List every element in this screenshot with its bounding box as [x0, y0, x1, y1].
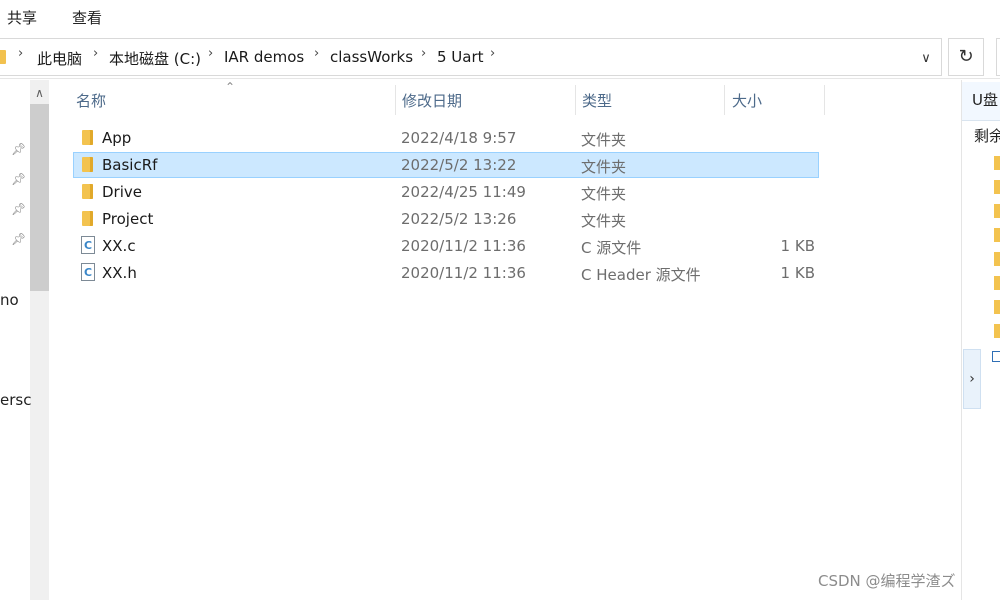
column-divider[interactable]	[824, 85, 825, 115]
file-row[interactable]: App 2022/4/18 9:57 文件夹	[73, 125, 819, 151]
watermark: CSDN @编程学渣ズ	[818, 572, 956, 590]
column-header-date[interactable]: 修改日期	[402, 90, 462, 111]
file-name: Project	[102, 210, 154, 228]
file-size: 1 KB	[780, 237, 815, 255]
address-bar-area: › 此电脑 › 本地磁盘 (C:) › IAR demos › classWor…	[0, 38, 1000, 79]
file-date: 2020/11/2 11:36	[401, 264, 526, 282]
column-header-size[interactable]: 大小	[732, 90, 762, 111]
navigation-pane: ∧ 📌︎ 📌︎ 📌︎ 📌︎ no ersc	[0, 80, 50, 600]
document-icon[interactable]	[992, 351, 1000, 362]
pin-icon: 📌︎	[11, 232, 27, 246]
column-divider[interactable]	[395, 85, 396, 115]
folder-icon	[82, 211, 93, 226]
file-type: 文件夹	[581, 212, 627, 230]
folder-icon[interactable]	[994, 324, 1000, 338]
file-type: 文件夹	[581, 131, 627, 149]
file-type: C 源文件	[581, 239, 642, 257]
breadcrumb-this-pc[interactable]: 此电脑	[37, 48, 82, 69]
file-date: 2022/4/25 11:49	[401, 183, 526, 201]
file-row[interactable]: Drive 2022/4/25 11:49 文件夹	[73, 179, 819, 205]
file-row[interactable]: C XX.h 2020/11/2 11:36 C Header 源文件 1 KB	[73, 260, 819, 286]
address-bar[interactable]: › 此电脑 › 本地磁盘 (C:) › IAR demos › classWor…	[0, 38, 942, 76]
file-name: XX.h	[102, 264, 137, 282]
column-divider[interactable]	[575, 85, 576, 115]
file-name: Drive	[102, 183, 142, 201]
breadcrumb-5-uart[interactable]: 5 Uart	[437, 48, 484, 66]
file-type: 文件夹	[581, 185, 627, 203]
breadcrumb-classworks[interactable]: classWorks	[330, 48, 413, 66]
ribbon-tabs: 共享 查看	[0, 0, 1000, 36]
chevron-right-icon[interactable]: ›	[421, 46, 426, 61]
ribbon-tab-share[interactable]: 共享	[7, 7, 37, 28]
column-header-type[interactable]: 类型	[582, 90, 612, 111]
file-row[interactable]: Project 2022/5/2 13:26 文件夹	[73, 206, 819, 232]
file-name: App	[102, 129, 132, 147]
preview-remaining-label: 剩余	[974, 127, 1000, 145]
file-date: 2022/5/2 13:26	[401, 210, 517, 228]
file-date: 2022/4/18 9:57	[401, 129, 517, 147]
chevron-right-icon[interactable]: ›	[314, 46, 319, 61]
file-name: BasicRf	[102, 156, 158, 174]
pin-icon: 📌︎	[11, 172, 27, 186]
file-row-selected[interactable]: BasicRf 2022/5/2 13:22 文件夹	[73, 152, 819, 178]
file-date: 2020/11/2 11:36	[401, 237, 526, 255]
folder-icon	[0, 50, 6, 64]
chevron-right-icon[interactable]: ›	[93, 46, 98, 61]
scroll-up-icon[interactable]: ∧	[30, 80, 49, 104]
folder-icon	[82, 130, 93, 145]
folder-icon[interactable]	[994, 252, 1000, 266]
column-divider[interactable]	[724, 85, 725, 115]
preview-title: U盘	[972, 91, 998, 109]
pin-icon: 📌︎	[11, 202, 27, 216]
folder-icon	[82, 184, 93, 199]
chevron-right-icon[interactable]: ›	[208, 46, 213, 61]
ribbon-tab-view[interactable]: 查看	[72, 7, 102, 28]
nav-scrollbar-thumb[interactable]	[30, 104, 49, 291]
folder-icon[interactable]	[994, 276, 1000, 290]
file-type: C Header 源文件	[581, 266, 701, 284]
file-date: 2022/5/2 13:22	[401, 156, 517, 174]
file-row[interactable]: C XX.c 2020/11/2 11:36 C 源文件 1 KB	[73, 233, 819, 259]
preview-pane: U盘 剩余 ›	[961, 80, 1000, 600]
chevron-right-icon[interactable]: ›	[490, 46, 495, 61]
sort-ascending-icon: ⌃	[225, 80, 236, 94]
chevron-right-icon[interactable]: ›	[18, 46, 23, 61]
folder-icon[interactable]	[994, 204, 1000, 218]
breadcrumb-local-disk[interactable]: 本地磁盘 (C:)	[109, 48, 201, 69]
column-header-name[interactable]: 名称	[76, 90, 106, 111]
refresh-icon: ↻	[958, 46, 974, 67]
expand-pane-button[interactable]: ›	[963, 349, 981, 409]
folder-icon[interactable]	[994, 156, 1000, 170]
file-size: 1 KB	[780, 264, 815, 282]
refresh-button[interactable]: ↻	[948, 38, 984, 76]
chevron-right-icon: ›	[969, 371, 975, 387]
search-box[interactable]	[996, 38, 1000, 76]
c-header-file-icon: C	[81, 263, 95, 281]
file-type: 文件夹	[581, 158, 627, 176]
address-history-dropdown[interactable]: ∨	[912, 48, 940, 70]
file-name: XX.c	[102, 237, 136, 255]
folder-icon[interactable]	[994, 228, 1000, 242]
breadcrumb-iar-demos[interactable]: IAR demos	[224, 48, 304, 66]
nav-item-label[interactable]: no	[0, 291, 19, 309]
folder-icon	[82, 157, 93, 172]
nav-item-label[interactable]: ersc	[0, 391, 31, 409]
folder-icon[interactable]	[994, 180, 1000, 194]
pin-icon: 📌︎	[11, 142, 27, 156]
c-source-file-icon: C	[81, 236, 95, 254]
folder-icon[interactable]	[994, 300, 1000, 314]
